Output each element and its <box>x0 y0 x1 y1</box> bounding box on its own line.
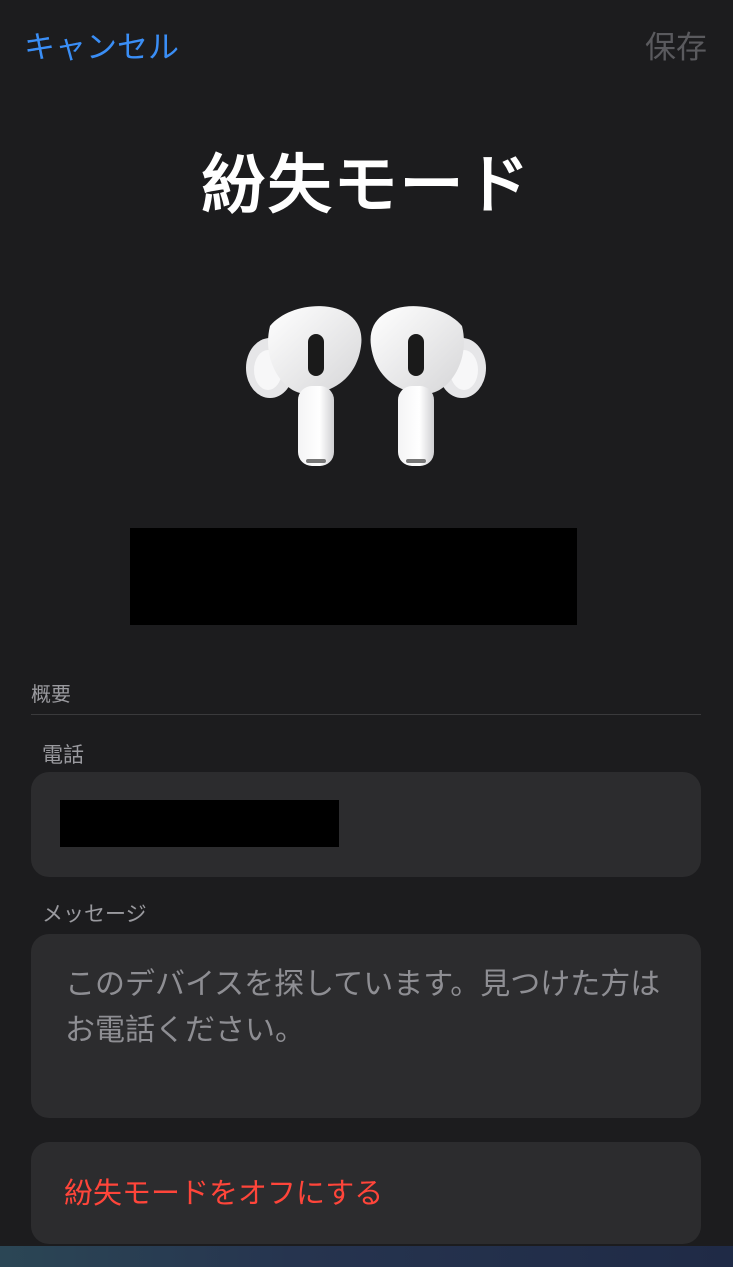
section-header-overview: 概要 <box>31 682 71 706</box>
message-field[interactable]: このデバイスを探しています。見つけた方はお電話ください。 <box>31 934 701 1118</box>
message-label: メッセージ <box>42 902 147 926</box>
save-button[interactable]: 保存 <box>645 28 707 68</box>
cancel-button[interactable]: キャンセル <box>24 28 179 68</box>
airpods-pro-icon <box>246 306 486 466</box>
bottom-background-strip <box>0 1246 733 1267</box>
left-earbud <box>246 306 362 466</box>
turn-off-lost-mode-button[interactable]: 紛失モードをオフにする <box>31 1142 701 1244</box>
phone-field[interactable] <box>31 772 701 877</box>
page-title: 紛失モード <box>201 149 532 223</box>
right-earbud <box>370 306 486 466</box>
message-text[interactable]: このデバイスを探しています。見つけた方はお電話ください。 <box>65 962 675 1054</box>
turn-off-lost-mode-label: 紛失モードをオフにする <box>64 1176 384 1210</box>
redacted-device-name <box>130 528 577 625</box>
redacted-phone-number <box>60 800 339 847</box>
section-divider <box>31 714 701 715</box>
lost-mode-screen: キャンセル 保存 紛失モード 概要 電話 メッセージ このデバイスを探しています… <box>0 0 733 1267</box>
phone-label: 電話 <box>42 743 84 767</box>
